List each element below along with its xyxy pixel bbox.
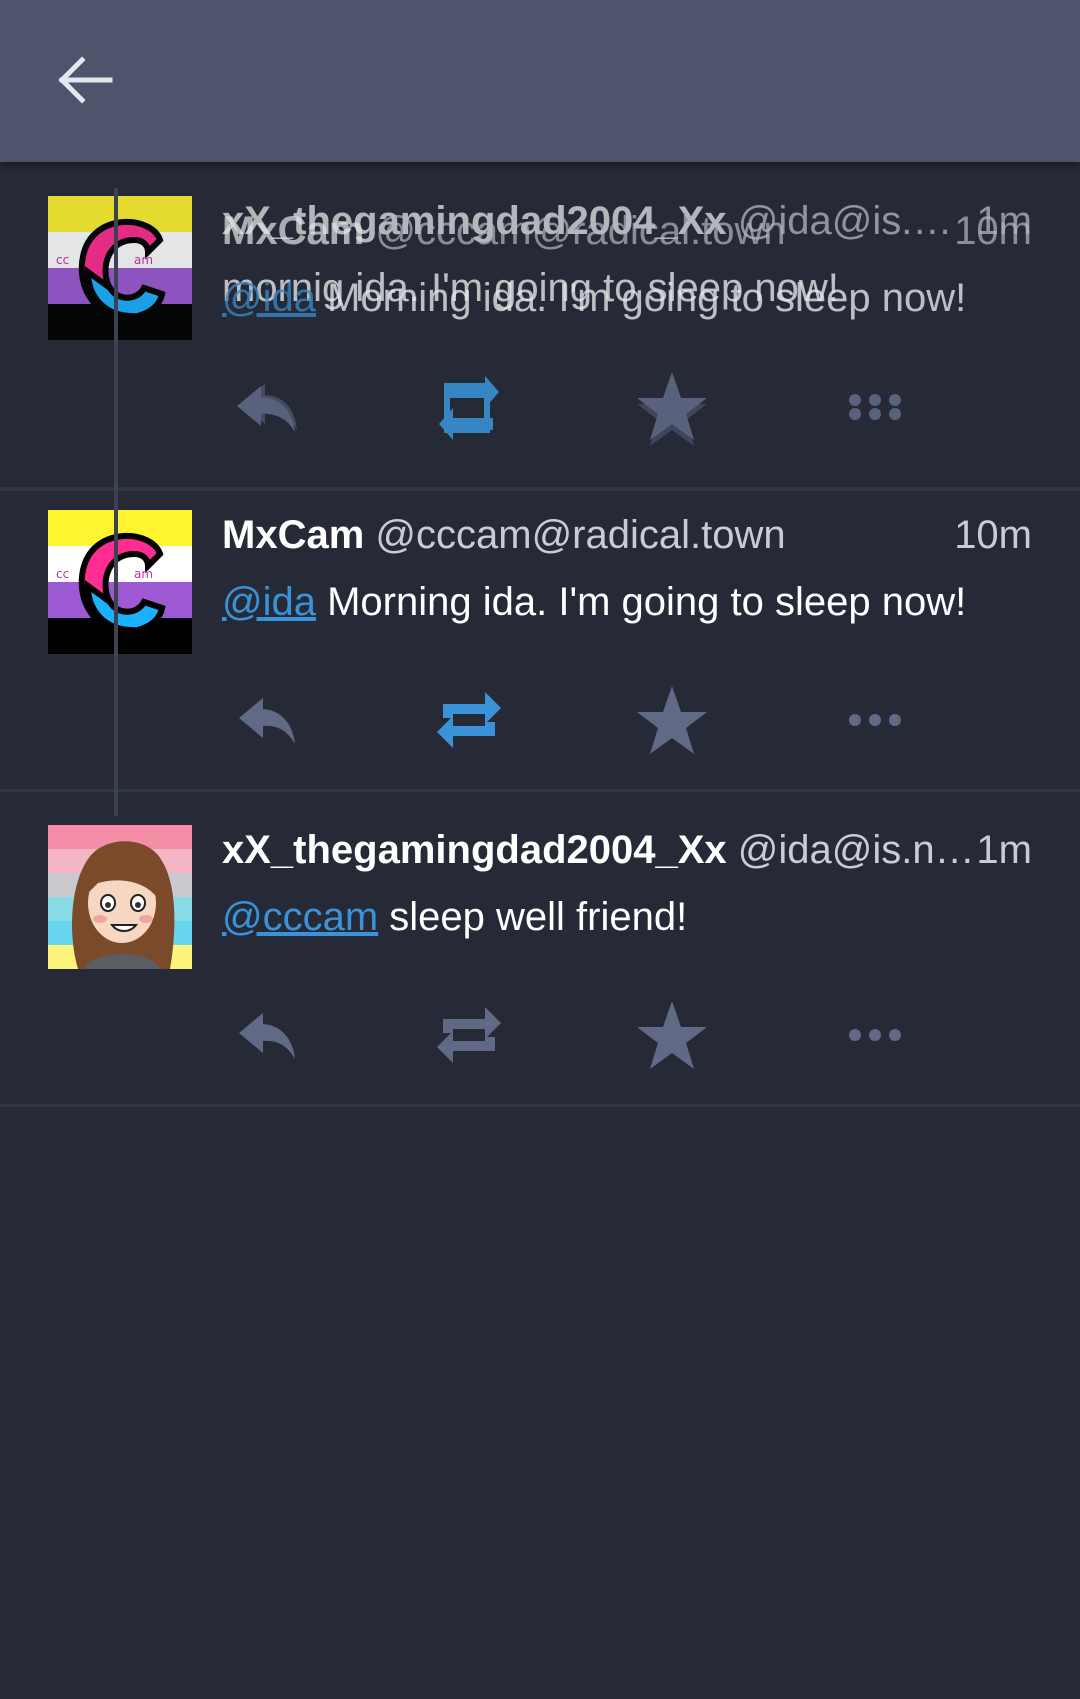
timestamp: 10m xyxy=(948,510,1032,560)
status-divider xyxy=(0,1104,1080,1107)
reply-button[interactable] xyxy=(222,995,312,1075)
mention-link[interactable]: @ida xyxy=(222,276,316,320)
mention-link[interactable]: @cccam xyxy=(222,895,378,939)
display-name[interactable]: MxCam xyxy=(222,513,364,557)
thread-line xyxy=(114,188,118,816)
status-actions xyxy=(222,680,1022,760)
display-name[interactable]: MxCam xyxy=(222,209,364,253)
favourite-icon xyxy=(637,1001,707,1069)
avatar[interactable] xyxy=(48,825,192,969)
more-icon xyxy=(849,1029,901,1041)
ida-drawn-avatar xyxy=(48,825,192,969)
account-handle[interactable]: @cccam@radical.town xyxy=(375,209,785,253)
status-content-overlay: @ida Morning ida. I'm going to sleep now… xyxy=(222,272,1040,324)
timestamp: 10m xyxy=(954,209,1032,253)
favourite-button[interactable] xyxy=(627,680,717,760)
boost-icon xyxy=(437,692,501,748)
status-text: Morning ida. I'm going to sleep now! xyxy=(327,580,967,624)
svg-text:cc: cc xyxy=(56,567,69,581)
cam-pride-avatar: cc am xyxy=(48,196,192,340)
status-divider xyxy=(0,789,1080,792)
status-header: MxCam @cccam@radical.town 10m xyxy=(222,510,1032,560)
svg-text:am: am xyxy=(134,253,153,267)
more-button[interactable] xyxy=(830,995,920,1075)
account-handle[interactable]: @ida@is.n… xyxy=(738,828,975,872)
timestamp: 1m xyxy=(970,825,1032,875)
status-actions xyxy=(222,995,1022,1075)
svg-text:cc: cc xyxy=(56,253,69,267)
more-button[interactable] xyxy=(830,680,920,760)
boost-icon xyxy=(439,376,499,440)
account-handle[interactable]: @cccam@radical.town xyxy=(375,513,785,557)
status-item[interactable]: cc am MxCam @cccam@radical.town 10m @ida… xyxy=(0,510,1080,792)
status-header-overlay: MxCam @cccam@radical.town 10m xyxy=(222,206,1032,256)
status-content: @ida Morning ida. I'm going to sleep now… xyxy=(222,576,1040,628)
reply-icon xyxy=(239,698,295,744)
status-header: xX_thegamingdad2004_Xx @ida@is.n… 1m xyxy=(222,825,1032,875)
boost-button[interactable] xyxy=(424,995,514,1075)
boost-button[interactable] xyxy=(424,368,514,448)
mention-link[interactable]: @ida xyxy=(222,580,316,624)
more-icon xyxy=(849,714,901,726)
cam-pride-avatar: cc am xyxy=(48,510,192,654)
status-text: sleep well friend! xyxy=(389,895,688,939)
boost-icon xyxy=(437,1007,501,1063)
svg-text:am: am xyxy=(134,567,153,581)
status-text: Morning ida. I'm going to sleep now! xyxy=(327,276,967,320)
status-actions xyxy=(222,368,1022,448)
reply-icon xyxy=(239,1013,295,1059)
favourite-button[interactable] xyxy=(627,368,717,448)
display-name[interactable]: xX_thegamingdad2004_Xx xyxy=(222,828,727,872)
app-bar xyxy=(0,0,1080,162)
boost-button[interactable] xyxy=(424,680,514,760)
more-button[interactable] xyxy=(830,368,920,448)
back-button[interactable] xyxy=(52,52,116,108)
favourite-button[interactable] xyxy=(627,995,717,1075)
status-item[interactable]: xX_thegamingdad2004_Xx @ida@is.n… 1m @cc… xyxy=(0,825,1080,1107)
reply-button[interactable] xyxy=(222,368,312,448)
arrow-left-icon xyxy=(58,56,113,104)
divider xyxy=(0,488,1080,491)
reply-icon xyxy=(237,384,297,432)
reply-button[interactable] xyxy=(222,680,312,760)
favourite-icon xyxy=(637,372,707,446)
avatar[interactable]: cc am xyxy=(48,510,192,654)
more-icon xyxy=(849,394,901,420)
status-ghost[interactable]: cc am xX_thegamingdad2004_Xx @ida@is.… 1… xyxy=(0,196,1080,490)
favourite-icon xyxy=(637,686,707,754)
status-content: @cccam sleep well friend! xyxy=(222,891,1040,943)
avatar[interactable]: cc am xyxy=(48,196,192,340)
